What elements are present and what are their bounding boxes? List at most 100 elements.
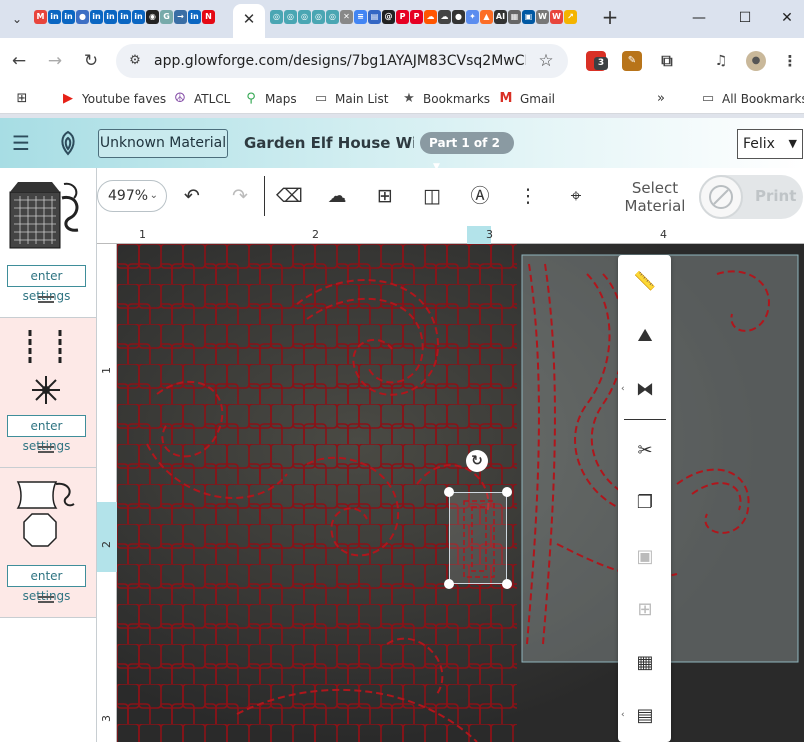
- wikipedia-tab-icon[interactable]: W: [536, 10, 549, 24]
- tab-search-chevron-icon[interactable]: ⌄: [6, 8, 28, 30]
- new-tab-icon[interactable]: +: [598, 6, 622, 30]
- print-button[interactable]: Print: [699, 175, 803, 219]
- gitlab-tab-icon[interactable]: ▲: [480, 10, 493, 24]
- resize-handle-bottom-left[interactable]: [444, 579, 454, 589]
- address-bar[interactable]: ⚙ app.glowforge.com/designs/7bg1AYAJM83C…: [116, 44, 568, 78]
- soundcloud-tab-icon[interactable]: ☁: [424, 10, 437, 24]
- browser-menu-icon[interactable]: ⋮: [780, 51, 800, 71]
- bookmark-bookmarks[interactable]: ★ Bookmarks: [401, 90, 490, 108]
- resize-handle-top-right[interactable]: [502, 487, 512, 497]
- minimize-window-icon[interactable]: —: [684, 6, 714, 30]
- rotate-handle-icon[interactable]: ↻: [466, 450, 488, 472]
- glowforge-tab-icon[interactable]: ◎: [298, 10, 311, 24]
- mountain-icon[interactable]: ⛰: [632, 323, 658, 349]
- docs-tab-icon[interactable]: ≡: [354, 10, 367, 24]
- add-artwork-icon[interactable]: ⊞: [372, 183, 398, 209]
- enter-settings-button[interactable]: enter settings: [7, 415, 86, 453]
- text-icon[interactable]: Ⓐ: [467, 183, 493, 209]
- threads-tab-icon[interactable]: @: [382, 10, 395, 24]
- url-text[interactable]: app.glowforge.com/designs/7bg1AYAJM83CVs…: [154, 52, 526, 70]
- linkedin-tab-icon[interactable]: in: [132, 10, 145, 24]
- close-window-icon[interactable]: ✕: [772, 6, 802, 30]
- glowforge-tab-icon[interactable]: ◎: [326, 10, 339, 24]
- ruler-icon[interactable]: 📏: [632, 269, 658, 295]
- more-options-icon[interactable]: ⋮: [515, 183, 541, 209]
- profile-avatar[interactable]: ●: [746, 51, 766, 71]
- expand-arrow-icon[interactable]: ‹: [621, 384, 625, 394]
- mixed-tab-icon[interactable]: ✕: [340, 10, 353, 24]
- drag-handle-icon[interactable]: [38, 446, 56, 456]
- add-layer-icon[interactable]: ⊞: [632, 597, 658, 623]
- undo-icon[interactable]: ↶: [179, 183, 205, 209]
- all-bookmarks[interactable]: ▭ All Bookmarks: [700, 90, 804, 108]
- send-back-icon[interactable]: ▣: [632, 544, 658, 570]
- part-selector[interactable]: Part 1 of 2 ▼: [420, 132, 514, 172]
- glowforge-tab-icon[interactable]: ◎: [284, 10, 297, 24]
- bookmark-youtube-faves[interactable]: ▶ Youtube faves: [60, 90, 166, 108]
- gf-tab-icon[interactable]: G: [160, 10, 173, 24]
- ikea-tab-icon[interactable]: ▣: [522, 10, 535, 24]
- hamburger-menu-icon[interactable]: ☰: [10, 132, 32, 154]
- pinterest-tab-icon[interactable]: P: [396, 10, 409, 24]
- netflix-tab-icon[interactable]: N: [202, 10, 215, 24]
- github-tab-icon[interactable]: ◉: [146, 10, 159, 24]
- more-bookmarks-chevron-icon[interactable]: »: [653, 90, 669, 108]
- forward-arrow-icon[interactable]: →: [43, 49, 67, 73]
- linkedin-tab-icon[interactable]: in: [48, 10, 61, 24]
- arrange-grid-icon[interactable]: ▦: [632, 650, 658, 676]
- globe-tab-icon[interactable]: ●: [76, 10, 89, 24]
- sidebar-item-wall-panel[interactable]: enter settings: [0, 168, 96, 318]
- linkedin-tab-icon[interactable]: in: [104, 10, 117, 24]
- selection-box[interactable]: [449, 492, 507, 584]
- bookmark-maps[interactable]: ⚲ Maps: [243, 90, 296, 108]
- linkedin-tab-icon[interactable]: in: [62, 10, 75, 24]
- zoom-select[interactable]: 497% ⌄: [97, 180, 167, 212]
- wix-tab-icon[interactable]: W: [550, 10, 563, 24]
- camera-focus-icon[interactable]: ⌖: [563, 183, 589, 209]
- bookmark-gmail[interactable]: M Gmail: [498, 90, 555, 108]
- circle-tab-icon[interactable]: ●: [452, 10, 465, 24]
- drag-handle-icon[interactable]: [38, 596, 56, 606]
- align-panel-icon[interactable]: ▤: [632, 703, 658, 729]
- reload-icon[interactable]: ↻: [79, 49, 103, 73]
- duplicate-icon[interactable]: ❐: [632, 490, 658, 516]
- site-settings-icon[interactable]: ⚙: [126, 52, 144, 70]
- user-select[interactable]: Felix ▼: [737, 129, 803, 159]
- shapes-icon[interactable]: ◫: [419, 183, 445, 209]
- eraser-icon[interactable]: ⌫: [276, 183, 303, 209]
- flip-icon[interactable]: ⧓: [632, 377, 658, 403]
- puzzle-extensions-icon[interactable]: ⧉: [657, 51, 677, 71]
- grid-tab-icon[interactable]: ▦: [508, 10, 521, 24]
- apps-grid-icon[interactable]: ⊞: [14, 90, 30, 108]
- bookmark-atlcl[interactable]: ☮ ATLCL: [172, 90, 230, 108]
- resize-handle-top-left[interactable]: [444, 487, 454, 497]
- arrow-tab-icon[interactable]: →: [174, 10, 187, 24]
- ai-tab-icon[interactable]: AI: [494, 10, 507, 24]
- resize-handle-bottom-right[interactable]: [502, 579, 512, 589]
- expand-arrow-icon[interactable]: ‹: [621, 710, 625, 720]
- linkedin-tab-icon[interactable]: in: [90, 10, 103, 24]
- drag-handle-icon[interactable]: [38, 296, 56, 306]
- glowforge-tab-icon[interactable]: ◎: [270, 10, 283, 24]
- maximize-window-icon[interactable]: ☐: [730, 6, 760, 30]
- extension-icon[interactable]: 3: [586, 51, 608, 71]
- sidebar-item-window-frame[interactable]: enter settings: [0, 468, 96, 618]
- gmail-tab-icon[interactable]: M: [34, 10, 47, 24]
- sparkle-tab-icon[interactable]: ✦: [466, 10, 479, 24]
- enter-settings-button[interactable]: enter settings: [7, 565, 86, 603]
- sheet-tab-icon[interactable]: ▤: [368, 10, 381, 24]
- scissors-icon[interactable]: ✂: [632, 438, 658, 464]
- sidebar-item-snowflake-strips[interactable]: enter settings: [0, 318, 96, 468]
- glowforge-tab-icon[interactable]: ◎: [312, 10, 325, 24]
- material-button[interactable]: Unknown Material: [98, 129, 228, 158]
- glowforge-logo-icon[interactable]: [56, 130, 80, 156]
- media-controls-icon[interactable]: ♫: [711, 51, 731, 71]
- linkedin-tab-icon[interactable]: in: [188, 10, 201, 24]
- design-title[interactable]: Garden Elf House Wi...: [244, 134, 414, 154]
- linkedin-tab-icon[interactable]: in: [118, 10, 131, 24]
- bookmark-main-list[interactable]: ▭ Main List: [313, 90, 389, 108]
- arrow-tab-icon[interactable]: ↗: [564, 10, 577, 24]
- enter-settings-button[interactable]: enter settings: [7, 265, 86, 303]
- pinterest-tab-icon[interactable]: P: [410, 10, 423, 24]
- back-arrow-icon[interactable]: ←: [7, 49, 31, 73]
